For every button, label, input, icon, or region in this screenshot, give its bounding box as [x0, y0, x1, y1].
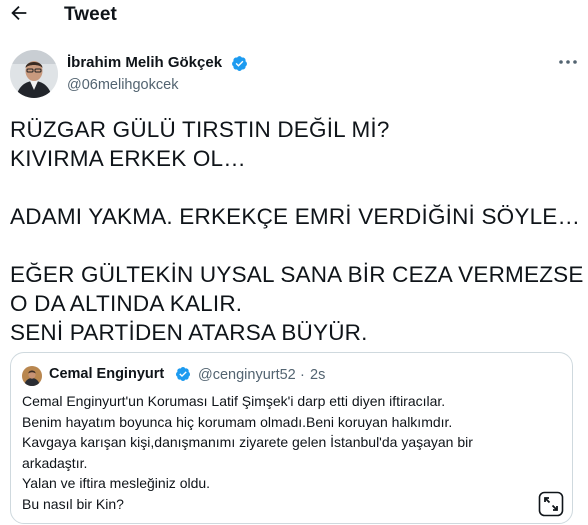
quote-author-avatar [22, 366, 42, 386]
author-handle[interactable]: @06melihgokcek [67, 77, 178, 93]
quote-line: arkadaştır. [22, 454, 88, 471]
tweet-line: KIVIRMA ERKEK OL… [10, 146, 246, 171]
back-button[interactable] [8, 2, 30, 24]
tweet-author: İbrahim Melih Gökçek @06melihgokcek [10, 50, 580, 100]
quote-line: Kavgaya karışan kişi,danışmanımı ziyaret… [22, 434, 473, 450]
quoted-tweet[interactable]: Cemal Enginyurt @cenginyurt52 · 2s Cemal… [10, 352, 573, 524]
arrow-left-icon [11, 5, 27, 21]
quote-author-handle: @cenginyurt52 [198, 367, 296, 383]
tweet-line: O DA ALTINDA KALIR. [10, 291, 243, 316]
quote-author-name: Cemal Enginyurt [49, 366, 165, 382]
author-avatar[interactable] [10, 50, 58, 98]
quote-line: Bu nasıl bir Kin? [22, 495, 124, 512]
tweet-line: EĞER GÜLTEKİN UYSAL SANA BİR CEZA VERMEZ… [10, 262, 584, 287]
verified-badge-icon [232, 56, 247, 71]
more-options-button[interactable] [556, 52, 580, 72]
more-options-icon [559, 60, 577, 64]
author-name[interactable]: İbrahim Melih Gökçek [67, 54, 222, 71]
top-bar: Tweet [0, 0, 588, 30]
expand-button[interactable] [538, 491, 564, 517]
tweet-line: ADAMI YAKMA. ERKEKÇE EMRİ VERDİĞİNİ SÖYL… [10, 204, 581, 229]
page-title: Tweet [64, 4, 117, 25]
quote-text: Cemal Enginyurt'un Koruması Latif Şimşek… [22, 391, 562, 514]
verified-badge-icon [175, 367, 190, 381]
quote-timestamp: 2s [310, 367, 326, 383]
quote-line: Benim hayatım boyunca hiç korumam olmadı… [22, 413, 453, 430]
separator-dot: · [300, 367, 305, 383]
quote-line: Cemal Enginyurt'un Koruması Latif Şimşek… [22, 393, 446, 409]
tweet-line: SENİ PARTİDEN ATARSA BÜYÜR. [10, 320, 368, 345]
tweet-line: RÜZGAR GÜLÜ TIRSTIN DEĞİL Mİ? [10, 117, 390, 142]
tweet-text: RÜZGAR GÜLÜ TIRSTIN DEĞİL Mİ? KIVIRMA ER… [10, 115, 584, 347]
expand-icon [538, 491, 564, 517]
quote-line: Yalan ve iftira mesleğiniz oldu. [22, 475, 211, 491]
